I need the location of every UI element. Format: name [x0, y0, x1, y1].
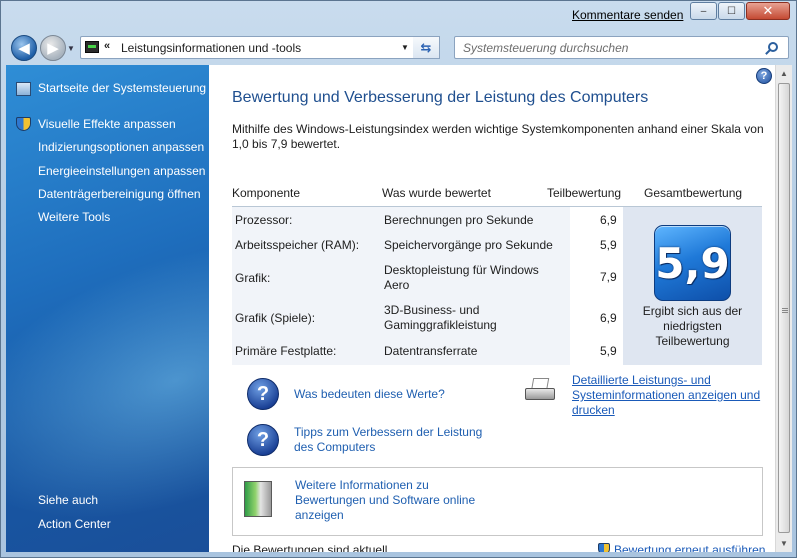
vertical-scrollbar[interactable]: ▲ ▼	[775, 65, 792, 552]
rated-label: Berechnungen pro Sekunde	[384, 213, 534, 227]
table-header: Komponente Was wurde bewertet Teilbewert…	[232, 178, 762, 207]
online-info-link[interactable]: Weitere Informationen zu Bewertungen und…	[295, 478, 495, 523]
address-dropdown-icon[interactable]: ▼	[401, 43, 409, 52]
tips-link[interactable]: Tipps zum Verbessern der Leistung des Co…	[294, 425, 494, 455]
minimize-button[interactable]: –	[690, 2, 717, 20]
table-row: Prozessor: Berechnungen pro Sekunde	[232, 207, 623, 233]
performance-monitor-icon	[85, 41, 99, 53]
forward-button[interactable]: ▶	[40, 35, 66, 61]
shield-icon	[598, 543, 610, 552]
rated-label: Speichervorgänge pro Sekunde	[384, 238, 553, 252]
control-panel-icon	[16, 82, 31, 96]
close-button[interactable]: ✕	[746, 2, 790, 20]
component-label: Arbeitsspeicher (RAM):	[235, 238, 360, 252]
question-icon: ?	[247, 378, 279, 410]
component-label: Grafik:	[235, 271, 271, 285]
subscore-value: 5,9	[600, 344, 617, 358]
page-title: Bewertung und Verbesserung der Leistung …	[232, 89, 649, 106]
table-row: Primäre Festplatte: Datentransferrate	[232, 339, 623, 365]
breadcrumb[interactable]: Leistungsinformationen und -tools	[121, 41, 301, 55]
window-controls: – ☐ ✕	[689, 2, 790, 20]
table-row: Grafik (Spiele): 3D-Business- und Gaming…	[232, 297, 623, 339]
component-label: Prozessor:	[235, 213, 293, 227]
subscore-column: 6,9 5,9 7,9 6,9 5,9	[570, 207, 623, 365]
base-score-badge: 5,9	[654, 225, 731, 301]
component-label: Primäre Festplatte:	[235, 344, 337, 358]
refresh-button[interactable]: ⇆	[413, 36, 440, 59]
status-text: Die Bewertungen sind aktuell	[232, 543, 388, 552]
search-placeholder: Systemsteuerung durchsuchen	[463, 41, 629, 55]
base-score-value: 5,9	[655, 238, 730, 288]
rated-label: Desktopleistung für Windows Aero	[384, 263, 539, 292]
detailed-info-link[interactable]: Detaillierte Leistungs- und Systeminform…	[572, 373, 767, 418]
rerun-assessment-link[interactable]: Bewertung erneut ausführen	[614, 543, 765, 552]
subscore-value: 6,9	[600, 213, 617, 227]
component-label: Grafik (Spiele):	[235, 311, 316, 325]
back-button[interactable]: ◀	[11, 35, 37, 61]
scroll-down-button[interactable]: ▼	[776, 535, 792, 552]
sidebar-item-power[interactable]: Energieeinstellungen anpassen	[38, 164, 205, 178]
what-values-mean-link[interactable]: Was bedeuten diese Werte?	[294, 387, 445, 402]
see-also-heading: Siehe auch	[38, 493, 99, 507]
table-row: Arbeitsspeicher (RAM): Speichervorgänge …	[232, 233, 623, 259]
window-frame: Kommentare senden – ☐ ✕ ◀ ▶ ▼ « Leistung…	[0, 0, 797, 558]
feedback-link[interactable]: Kommentare senden	[572, 8, 683, 22]
score-table: Prozessor: Berechnungen pro Sekunde Arbe…	[232, 207, 762, 365]
subscore-value: 5,9	[600, 238, 617, 252]
printer-icon	[525, 378, 555, 406]
sidebar-item-visual-effects[interactable]: Visuelle Effekte anpassen	[38, 117, 176, 131]
sidebar-item-disk-cleanup[interactable]: Datenträgerbereinigung öffnen	[38, 187, 201, 201]
sidebar-item-action-center[interactable]: Action Center	[38, 517, 111, 531]
column-header-base-score: Gesamtbewertung	[644, 186, 743, 200]
search-icon[interactable]	[768, 42, 778, 52]
recent-pages-dropdown-icon[interactable]: ▼	[67, 44, 75, 53]
question-icon: ?	[247, 424, 279, 456]
main-content: ? Bewertung und Verbesserung der Leistun…	[209, 65, 775, 552]
base-score-caption: Ergibt sich aus der niedrigsten Teilbewe…	[642, 304, 743, 348]
column-header-rated: Was wurde bewertet	[382, 186, 491, 200]
shield-icon	[16, 117, 31, 131]
rated-label: 3D-Business- und Gaminggrafikleistung	[384, 303, 497, 332]
navigation-bar: ◀ ▶ ▼ « Leistungsinformationen und -tool…	[1, 29, 796, 65]
title-bar: Kommentare senden – ☐ ✕	[1, 1, 796, 29]
table-row: Grafik: Desktopleistung für Windows Aero	[232, 259, 623, 297]
sidebar: Startseite der Systemsteuerung Visuelle …	[6, 65, 209, 552]
subscore-value: 6,9	[600, 311, 617, 325]
online-info-box: Weitere Informationen zu Bewertungen und…	[232, 467, 763, 536]
search-input[interactable]: Systemsteuerung durchsuchen	[454, 36, 789, 59]
sidebar-item-home[interactable]: Startseite der Systemsteuerung	[38, 81, 206, 95]
scroll-up-button[interactable]: ▲	[776, 65, 792, 82]
rated-label: Datentransferrate	[384, 344, 478, 358]
breadcrumb-chevron[interactable]: «	[104, 40, 110, 52]
column-header-subscore: Teilbewertung	[547, 186, 622, 200]
address-bar[interactable]: « Leistungsinformationen und -tools ▼	[80, 36, 440, 59]
intro-text: Mithilfe des Windows-Leistungsindex werd…	[232, 122, 764, 151]
scroll-thumb[interactable]	[778, 83, 790, 533]
subscore-value: 7,9	[600, 270, 617, 284]
software-box-icon	[244, 481, 272, 517]
help-icon[interactable]: ?	[756, 68, 772, 84]
sidebar-item-more-tools[interactable]: Weitere Tools	[38, 210, 110, 224]
maximize-button[interactable]: ☐	[718, 2, 745, 20]
column-header-component: Komponente	[232, 186, 301, 200]
sidebar-item-indexing[interactable]: Indizierungsoptionen anpassen	[38, 140, 204, 154]
